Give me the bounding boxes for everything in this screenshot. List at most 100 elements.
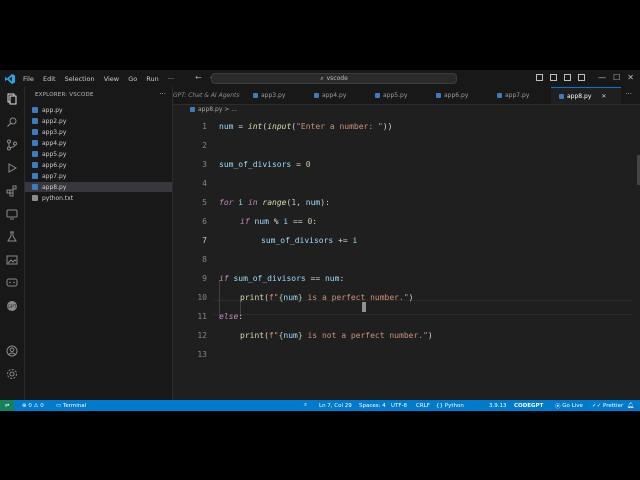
line-number: 1: [202, 122, 207, 131]
tab-app5[interactable]: app5.py: [375, 87, 407, 104]
text-cursor: [362, 302, 366, 312]
back-arrow-icon[interactable]: ←: [195, 73, 202, 82]
search-sidebar-icon[interactable]: [5, 115, 19, 129]
line-number: 9: [202, 274, 207, 283]
source-control-icon[interactable]: [5, 138, 19, 152]
explorer-more-icon[interactable]: ···: [159, 90, 166, 98]
language-label: Python: [444, 402, 464, 409]
line-number: 6: [202, 217, 207, 226]
terminal-button[interactable]: ▭ Terminal: [56, 400, 86, 411]
toggle-panel-icon[interactable]: [550, 74, 558, 81]
file-item[interactable]: python.txt: [25, 193, 172, 203]
file-name: app6.py: [42, 161, 67, 169]
tab-app6[interactable]: app6.py: [436, 87, 468, 104]
python-interpreter[interactable]: 3.9.13: [489, 400, 507, 411]
notifications-bell-icon[interactable]: 🔔︎: [627, 400, 634, 411]
account-icon[interactable]: [5, 344, 19, 358]
remote-indicator-icon[interactable]: ⇌: [0, 400, 14, 411]
close-icon[interactable]: ✕: [627, 73, 634, 82]
status-bar: ⇌ ⊗ 0 ⚠ 0 ▭ Terminal ⌕ Ln 7, Col 29 Spac…: [0, 400, 640, 411]
line-number: 3: [202, 160, 207, 169]
python-file-icon: [32, 184, 38, 190]
python-file-icon: [32, 118, 38, 124]
tab-gpt-chat[interactable]: GPT: Chat & AI Agents: [173, 87, 240, 104]
file-item[interactable]: app4.py: [25, 138, 172, 148]
warning-count: 0: [40, 402, 44, 409]
toggle-sidebar-icon[interactable]: [536, 74, 544, 81]
text-file-icon: [32, 195, 38, 201]
line-number: 2: [202, 141, 207, 150]
file-item[interactable]: app6.py: [25, 160, 172, 170]
indentation[interactable]: Spaces: 4: [359, 400, 386, 411]
tab-app4[interactable]: app4.py: [314, 87, 346, 104]
testing-icon[interactable]: [5, 230, 19, 244]
command-center-search[interactable]: ⌕ vscode: [211, 73, 457, 84]
menu-more-icon[interactable]: ···: [168, 75, 174, 83]
tab-label: app3.py: [261, 92, 286, 99]
breadcrumb[interactable]: app8.py > ...: [190, 106, 237, 113]
customize-layout-icon[interactable]: [578, 74, 586, 81]
maximize-icon[interactable]: ☐: [613, 73, 620, 82]
run-debug-icon[interactable]: [5, 161, 19, 175]
terminal-icon: ▭: [56, 402, 62, 409]
tab-app7[interactable]: app7.py: [497, 87, 529, 104]
line-number: 10: [197, 293, 207, 302]
code-editor[interactable]: 1 2 3 4 5 6 7 8 9 10 11 12 13 num = int(input("Enter…: [173, 115, 640, 400]
toggle-secondary-sidebar-icon[interactable]: [564, 74, 572, 81]
code-line-1: num = int(input("Enter a number: ")): [219, 122, 393, 131]
python-file-icon: [32, 129, 38, 135]
image-preview-icon[interactable]: [5, 253, 19, 267]
vscode-logo-icon: [5, 73, 15, 84]
code-line-6: if num % i == 0:: [240, 217, 318, 226]
tab-label: app6.py: [444, 92, 469, 99]
menu-view[interactable]: View: [104, 75, 119, 83]
file-item[interactable]: app7.py: [25, 171, 172, 181]
go-live-button[interactable]: ⦿ Go Live: [555, 400, 583, 411]
code-line-11: else:: [219, 312, 244, 321]
codegpt-icon[interactable]: GPT: [5, 299, 19, 313]
python-file-icon: [32, 107, 38, 113]
line-ending[interactable]: CRLF: [416, 400, 430, 411]
chat-icon[interactable]: [5, 276, 19, 290]
minimize-icon[interactable]: —: [598, 73, 606, 82]
file-item[interactable]: app5.py: [25, 149, 172, 159]
python-file-icon: [559, 93, 564, 99]
encoding[interactable]: UTF-8: [391, 400, 407, 411]
file-item[interactable]: app.py: [25, 105, 172, 115]
tab-app3[interactable]: app3.py: [253, 87, 285, 104]
file-name: app5.py: [42, 150, 67, 158]
explorer-title: EXPLORER: VSCODE: [35, 92, 94, 98]
explorer-icon[interactable]: [5, 92, 19, 106]
tab-label: app5.py: [383, 92, 408, 99]
cursor-position[interactable]: Ln 7, Col 29: [319, 400, 352, 411]
menu-file[interactable]: File: [23, 75, 34, 83]
vscode-window: File Edit Selection View Go Run ··· ← → …: [0, 70, 640, 411]
tabs-more-icon[interactable]: ···: [625, 90, 632, 98]
problems-indicator[interactable]: ⊗ 0 ⚠ 0: [22, 400, 44, 411]
prettier-status[interactable]: ✓✓ Prettier: [592, 400, 623, 411]
indent-guide: [219, 280, 220, 316]
extensions-icon[interactable]: [5, 184, 19, 198]
tab-app8[interactable]: app8.py ✕: [551, 87, 621, 104]
file-name: app8.py: [42, 183, 67, 191]
language-mode[interactable]: {} Python: [436, 400, 464, 411]
tab-label: app8.py: [567, 92, 592, 100]
menu-go[interactable]: Go: [128, 75, 137, 83]
zoom-search-icon[interactable]: ⌕: [304, 400, 307, 411]
tab-close-icon[interactable]: ✕: [601, 93, 606, 100]
menu-run[interactable]: Run: [146, 75, 158, 83]
python-file-icon: [375, 93, 380, 98]
codegpt-status[interactable]: CODEGPT: [514, 400, 543, 411]
code-line-7: sum_of_divisors += i: [261, 236, 358, 245]
file-item[interactable]: app8.py: [25, 182, 172, 192]
line-number: 13: [197, 350, 207, 359]
remote-explorer-icon[interactable]: [5, 207, 19, 221]
editor-scrollbar[interactable]: [636, 115, 640, 400]
menu-edit[interactable]: Edit: [43, 75, 56, 83]
settings-gear-icon[interactable]: [5, 367, 19, 381]
tab-label: app7.py: [505, 92, 530, 99]
search-text: vscode: [326, 75, 348, 82]
file-item[interactable]: app2.py: [25, 116, 172, 126]
file-item[interactable]: app3.py: [25, 127, 172, 137]
menu-selection[interactable]: Selection: [65, 75, 95, 83]
